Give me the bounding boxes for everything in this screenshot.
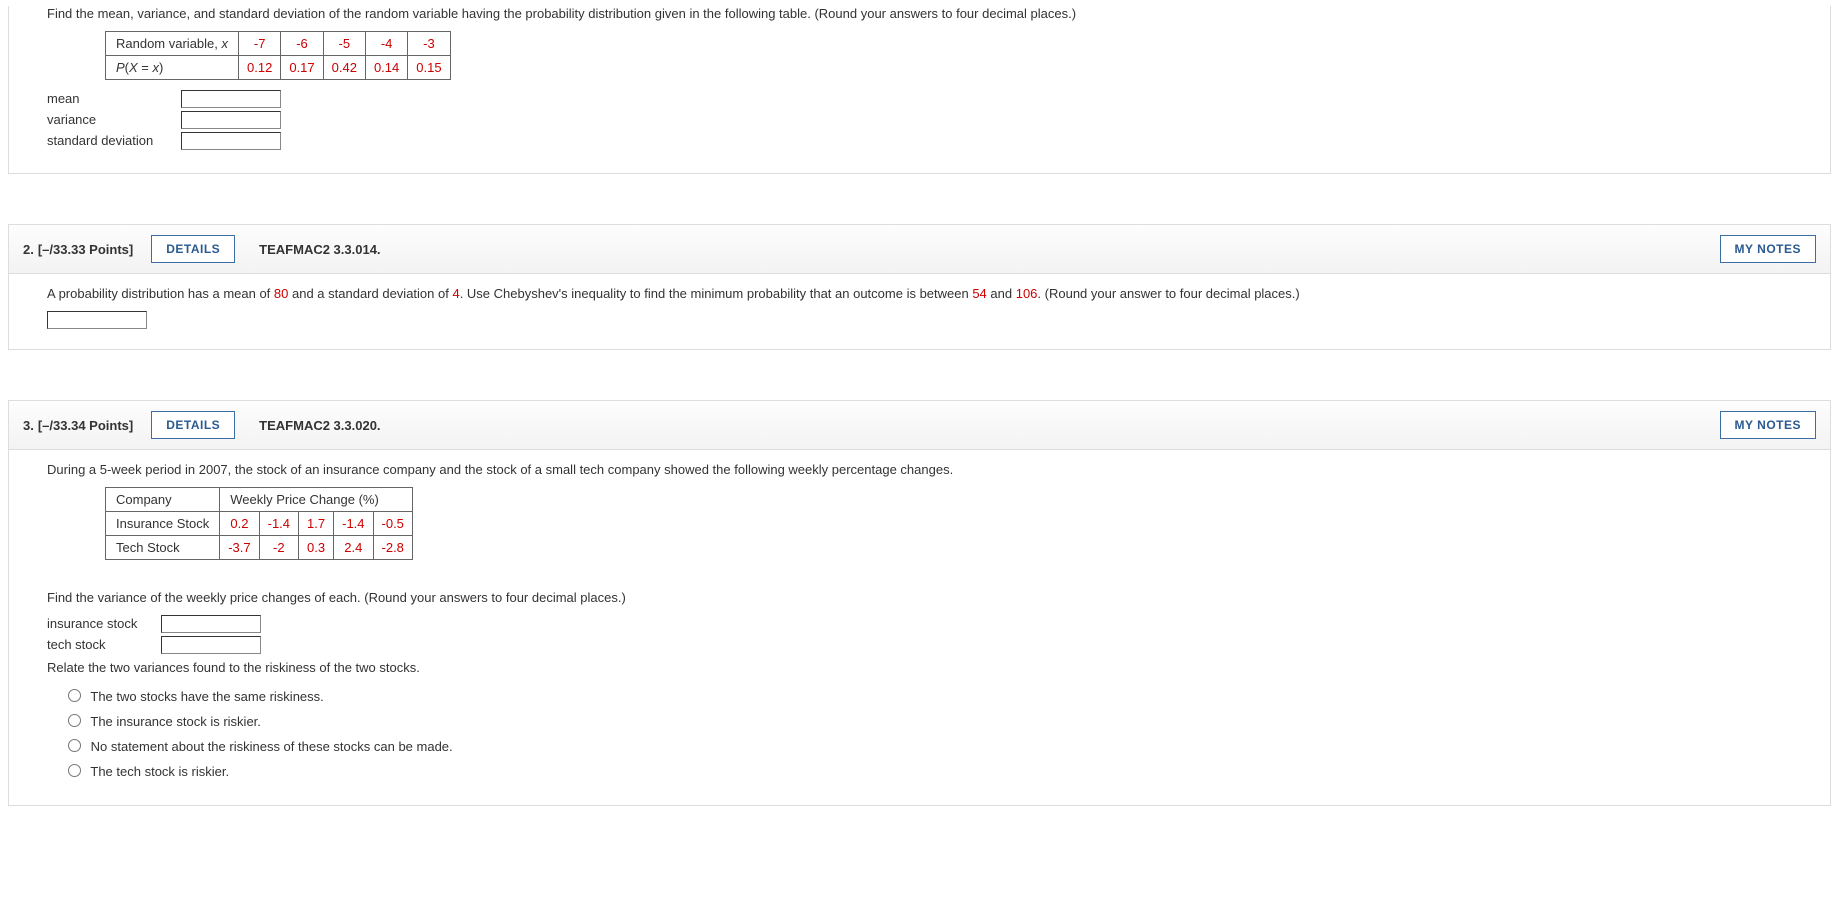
q1-variance-label: variance	[47, 112, 177, 127]
q3-option-0-radio[interactable]	[68, 689, 81, 702]
q3-r2-v4: -2.8	[373, 536, 412, 560]
q3-r1-v4: -0.5	[373, 512, 412, 536]
q3-r2-v0: -3.7	[220, 536, 259, 560]
q3-option-0-label: The two stocks have the same riskiness.	[90, 689, 323, 704]
q3-r1-label: Insurance Stock	[106, 512, 220, 536]
q2-number: 2.	[23, 242, 34, 257]
q3-number: 3.	[23, 418, 34, 433]
q1-row1-label: Random variable, x	[106, 32, 239, 56]
question-1-body: Find the mean, variance, and standard de…	[8, 6, 1831, 174]
question-2: 2. [–/33.33 Points] DETAILS TEAFMAC2 3.3…	[8, 224, 1831, 350]
q2-body: A probability distribution has a mean of…	[9, 274, 1830, 329]
q3-option-2-radio[interactable]	[68, 739, 81, 752]
q2-points: [–/33.33 Points]	[38, 242, 133, 257]
q3-option-3-radio[interactable]	[68, 764, 81, 777]
q1-mean-label: mean	[47, 91, 177, 106]
q2-reference: TEAFMAC2 3.3.014.	[259, 242, 380, 257]
q3-option-1-radio[interactable]	[68, 714, 81, 727]
q3-option-2-label: No statement about the riskiness of thes…	[91, 739, 453, 754]
q1-p-3: 0.14	[365, 56, 407, 80]
q3-ins-label: insurance stock	[47, 616, 157, 631]
q1-x-1: -6	[281, 32, 323, 56]
q3-r2-label: Tech Stock	[106, 536, 220, 560]
q1-sd-input[interactable]	[181, 132, 281, 150]
q3-r1-v3: -1.4	[334, 512, 373, 536]
q3-th-company: Company	[106, 488, 220, 512]
q3-relate: Relate the two variances found to the ri…	[47, 660, 1792, 675]
q1-x-0: -7	[239, 32, 281, 56]
q3-r1-v0: 0.2	[220, 512, 259, 536]
q2-text: A probability distribution has a mean of…	[47, 286, 1792, 301]
q3-r1-v2: 1.7	[299, 512, 334, 536]
q3-r2-v1: -2	[259, 536, 298, 560]
q3-my-notes-button[interactable]: MY NOTES	[1720, 411, 1816, 439]
q1-x-3: -4	[365, 32, 407, 56]
q1-row2-label: P(X = x)	[106, 56, 239, 80]
q1-p-0: 0.12	[239, 56, 281, 80]
q1-sd-label: standard deviation	[47, 133, 177, 148]
q3-option-1-label: The insurance stock is riskier.	[90, 714, 261, 729]
q3-table: Company Weekly Price Change (%) Insuranc…	[105, 487, 413, 560]
q3-reference: TEAFMAC2 3.3.020.	[259, 418, 380, 433]
q3-tech-label: tech stock	[47, 637, 157, 652]
q3-header: 3. [–/33.34 Points] DETAILS TEAFMAC2 3.3…	[9, 401, 1830, 450]
q1-table: Random variable, x -7 -6 -5 -4 -3 P(X = …	[105, 31, 451, 80]
q3-th-change: Weekly Price Change (%)	[220, 488, 413, 512]
q2-details-button[interactable]: DETAILS	[151, 235, 235, 263]
q2-header: 2. [–/33.33 Points] DETAILS TEAFMAC2 3.3…	[9, 225, 1830, 274]
q1-prompt: Find the mean, variance, and standard de…	[47, 6, 1792, 21]
question-3: 3. [–/33.34 Points] DETAILS TEAFMAC2 3.3…	[8, 400, 1831, 806]
q1-p-1: 0.17	[281, 56, 323, 80]
q3-r2-v3: 2.4	[334, 536, 373, 560]
q3-points: [–/33.34 Points]	[38, 418, 133, 433]
q2-my-notes-button[interactable]: MY NOTES	[1720, 235, 1816, 263]
q1-mean-input[interactable]	[181, 90, 281, 108]
q3-intro: During a 5-week period in 2007, the stoc…	[47, 462, 1792, 477]
q3-r2-v2: 0.3	[299, 536, 334, 560]
q3-body: During a 5-week period in 2007, the stoc…	[9, 450, 1830, 779]
q1-p-4: 0.15	[408, 56, 450, 80]
q2-answer-input[interactable]	[47, 311, 147, 329]
q3-r1-v1: -1.4	[259, 512, 298, 536]
q1-x-4: -3	[408, 32, 450, 56]
q1-p-2: 0.42	[323, 56, 365, 80]
q3-ins-input[interactable]	[161, 615, 261, 633]
q1-x-2: -5	[323, 32, 365, 56]
q3-tech-input[interactable]	[161, 636, 261, 654]
q3-details-button[interactable]: DETAILS	[151, 411, 235, 439]
q3-instr: Find the variance of the weekly price ch…	[47, 590, 1792, 605]
q3-option-3-label: The tech stock is riskier.	[90, 764, 229, 779]
q1-variance-input[interactable]	[181, 111, 281, 129]
